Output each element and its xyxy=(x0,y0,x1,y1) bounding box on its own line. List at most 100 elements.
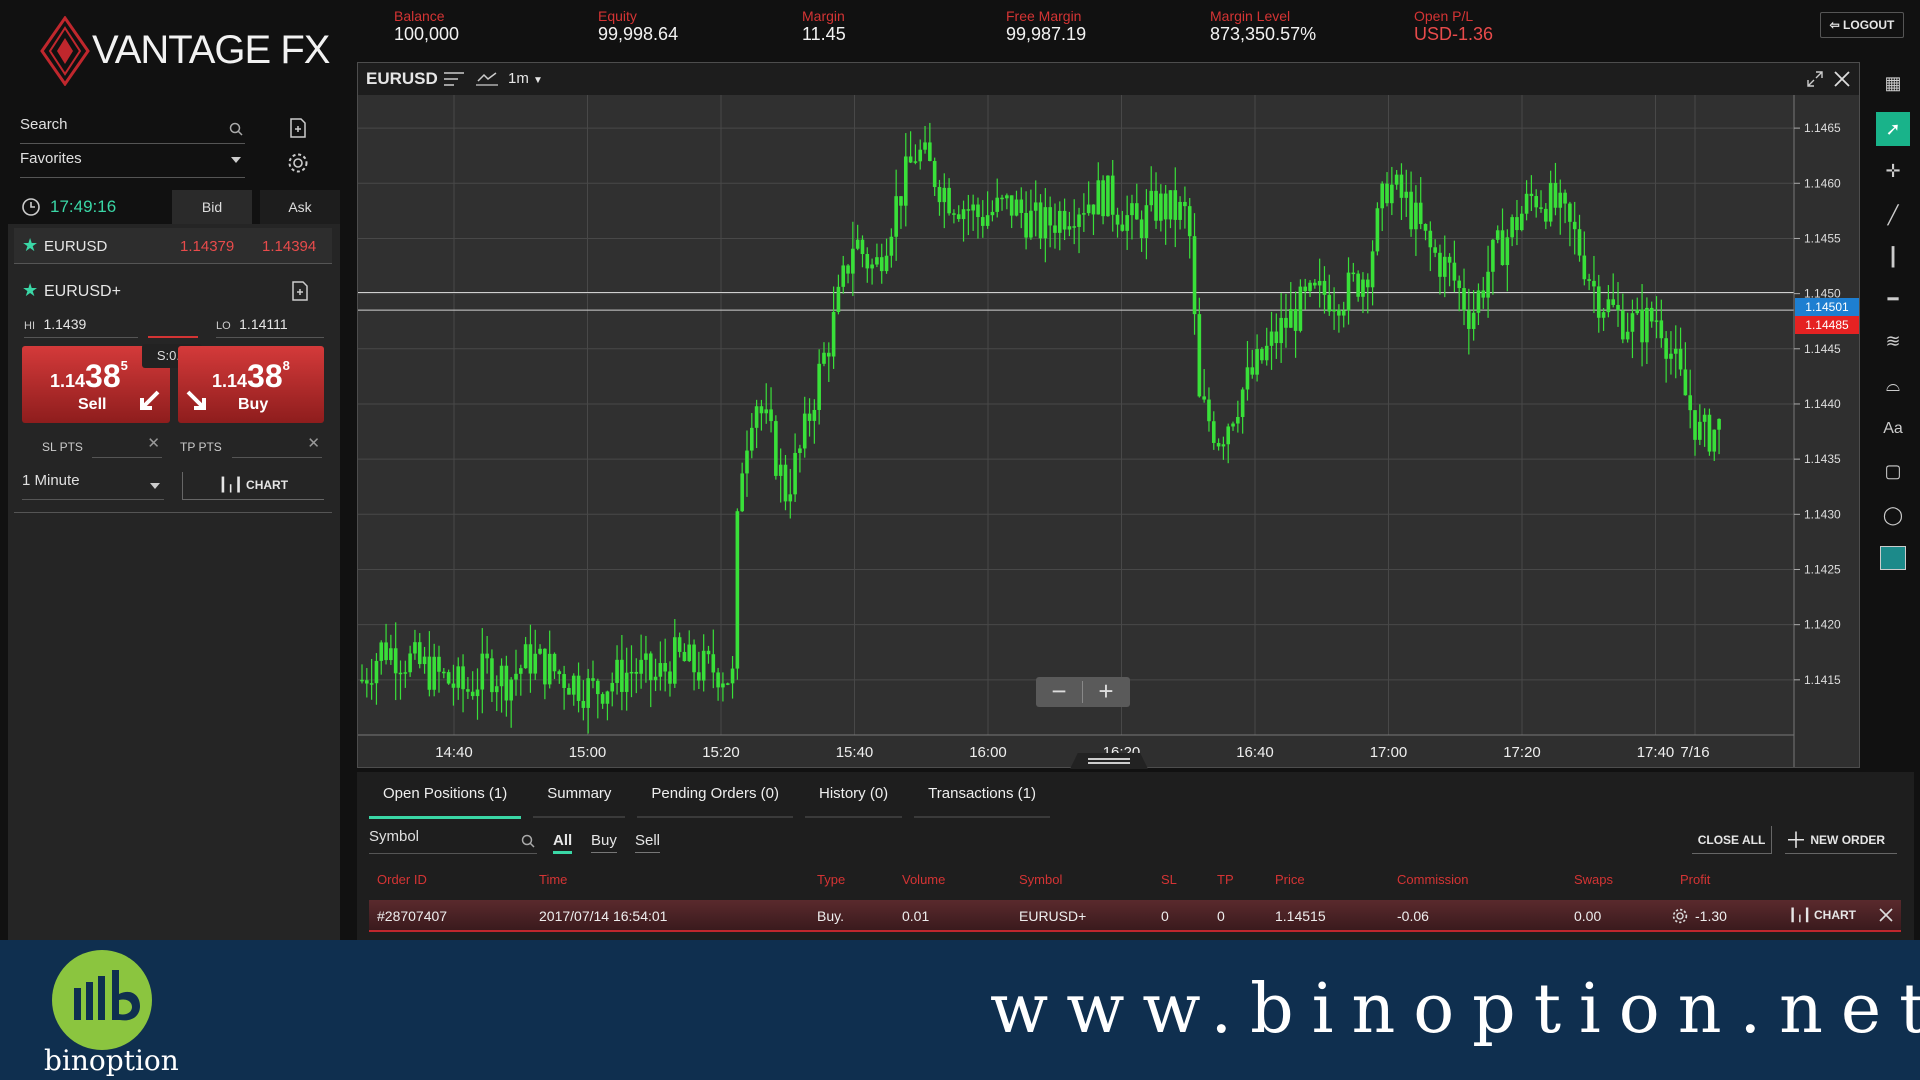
candle-body xyxy=(1298,286,1303,331)
candle-body xyxy=(1558,192,1563,208)
channel-icon[interactable]: ≋ xyxy=(1876,324,1910,358)
add-document-icon[interactable] xyxy=(289,280,311,302)
candle-body xyxy=(1712,429,1717,452)
candle-body xyxy=(1245,367,1250,390)
stat-label: Equity xyxy=(598,8,637,24)
expand-icon[interactable] xyxy=(1807,71,1823,87)
favorites-dropdown[interactable]: Favorites xyxy=(20,150,245,178)
clock-time: 17:49:16 xyxy=(50,197,117,216)
color-swatch[interactable] xyxy=(1880,546,1906,570)
candle-body xyxy=(446,672,451,684)
tp-input[interactable]: ✕ xyxy=(232,432,322,458)
tab-history[interactable]: History (0) xyxy=(804,772,903,818)
close-all-button[interactable]: CLOSE ALL xyxy=(1692,826,1772,854)
candle-body xyxy=(1125,215,1129,231)
candle-body xyxy=(422,656,427,665)
zoom-in-button[interactable]: + xyxy=(1083,677,1129,707)
col-order-id: Order ID xyxy=(377,872,427,887)
table-row[interactable]: #28707407 2017/07/14 16:54:01 Buy. 0.01 … xyxy=(369,900,1901,932)
footer-url[interactable]: www.binoption.net xyxy=(990,970,1920,1049)
clear-icon[interactable]: ✕ xyxy=(147,434,160,452)
candle-body xyxy=(677,637,682,652)
add-document-icon[interactable] xyxy=(287,117,309,139)
candle-body xyxy=(1693,410,1697,440)
logout-button[interactable]: ⇦ LOGOUT xyxy=(1820,12,1904,38)
candle-body xyxy=(1082,213,1086,215)
crosshair-icon[interactable]: ✛ xyxy=(1876,154,1910,188)
watchlist-row[interactable]: ★ EURUSD 1.14379 1.14394 xyxy=(14,228,332,264)
menu-icon[interactable] xyxy=(444,71,464,87)
x-tick-label: 16:00 xyxy=(969,744,1007,761)
candle-body xyxy=(1014,199,1019,216)
tab-bid[interactable]: Bid xyxy=(172,190,252,224)
panel-resize-handle[interactable] xyxy=(1070,753,1148,769)
circle-icon[interactable]: ◯ xyxy=(1876,498,1910,532)
gear-icon[interactable] xyxy=(286,151,310,175)
rectangle-icon[interactable]: ▢ xyxy=(1876,454,1910,488)
candle-body xyxy=(721,683,725,688)
tab-open-positions[interactable]: Open Positions (1) xyxy=(369,772,522,819)
candle-body xyxy=(1592,280,1596,287)
filter-all[interactable]: All xyxy=(553,832,573,854)
candle-body xyxy=(735,511,740,669)
symbol-filter-input[interactable]: Symbol xyxy=(369,828,537,854)
row-chart-button[interactable]: ┃╷┃ CHART xyxy=(1789,908,1856,922)
sl-input[interactable]: ✕ xyxy=(92,432,162,458)
buy-button[interactable]: 1.14388 Buy xyxy=(178,346,324,423)
close-icon[interactable] xyxy=(1833,70,1851,88)
x-tick-label: 15:00 xyxy=(569,744,607,761)
candle-body xyxy=(855,239,860,249)
candle-body xyxy=(591,678,595,681)
vertical-line-icon[interactable]: ┃ xyxy=(1876,240,1910,274)
text-tool-icon[interactable]: Aa xyxy=(1876,412,1910,446)
candle-body xyxy=(514,673,518,680)
candle-body xyxy=(398,672,403,675)
chart-button[interactable]: ┃╷┃ CHART xyxy=(182,472,324,500)
filter-sell[interactable]: Sell xyxy=(635,832,661,853)
tab-ask[interactable]: Ask xyxy=(260,190,340,224)
tab-transactions[interactable]: Transactions (1) xyxy=(914,772,1050,818)
candle-body xyxy=(1043,207,1048,239)
interval-value: 1m xyxy=(508,70,529,87)
search-input[interactable]: Search xyxy=(20,116,245,144)
candle-body xyxy=(1534,196,1539,208)
candle-body xyxy=(851,248,855,274)
candle-body xyxy=(1053,225,1057,233)
price-chart[interactable]: 1.14651.14601.14551.14501.14451.14401.14… xyxy=(358,95,1859,767)
candle-body xyxy=(629,671,634,674)
gear-icon[interactable] xyxy=(1671,907,1689,925)
candle-body xyxy=(600,694,605,704)
candle-body xyxy=(1524,193,1529,214)
star-icon[interactable]: ★ xyxy=(22,280,38,301)
x-tick-label: 17:00 xyxy=(1370,744,1408,761)
candle-body xyxy=(745,450,749,474)
stat-equity: Equity 99,998.64 xyxy=(598,8,678,45)
layout-grid-icon[interactable]: ▦ xyxy=(1876,66,1910,100)
close-icon[interactable] xyxy=(1879,908,1893,922)
clear-icon[interactable]: ✕ xyxy=(307,434,320,452)
buy-price-big: 38 xyxy=(247,358,283,394)
candle-body xyxy=(1621,310,1625,340)
polyline-icon[interactable]: ⌓ xyxy=(1876,368,1910,402)
positions-tabs: Open Positions (1) Summary Pending Orders … xyxy=(369,772,1062,819)
interval-select[interactable]: 1m ▼ xyxy=(508,70,543,87)
candle-body xyxy=(716,672,720,688)
candle-body xyxy=(1356,273,1360,297)
horizontal-line-icon[interactable]: ━ xyxy=(1876,282,1910,316)
new-order-button[interactable]: ＋ NEW ORDER xyxy=(1785,826,1897,854)
chart-type-icon[interactable] xyxy=(476,71,498,87)
zoom-out-button[interactable]: − xyxy=(1036,677,1082,707)
stat-label: Free Margin xyxy=(1006,8,1082,24)
tab-pending-orders[interactable]: Pending Orders (0) xyxy=(637,772,793,818)
pointer-icon[interactable]: ➚ xyxy=(1876,112,1910,146)
timeframe-select[interactable]: 1 Minute xyxy=(22,472,164,500)
star-icon[interactable]: ★ xyxy=(22,235,38,256)
buy-price-sup: 8 xyxy=(282,358,290,373)
trendline-icon[interactable]: ╱ xyxy=(1876,198,1910,232)
watch-ask: 1.14394 xyxy=(262,238,317,255)
candle-body xyxy=(1442,256,1447,277)
filter-buy[interactable]: Buy xyxy=(591,832,617,853)
candle-body xyxy=(1539,207,1543,209)
chart-window[interactable]: EURUSD 1m ▼ 1.1465 1.1460 1.1455 1.1450 1.14… xyxy=(357,62,1860,769)
tab-summary[interactable]: Summary xyxy=(533,772,626,818)
